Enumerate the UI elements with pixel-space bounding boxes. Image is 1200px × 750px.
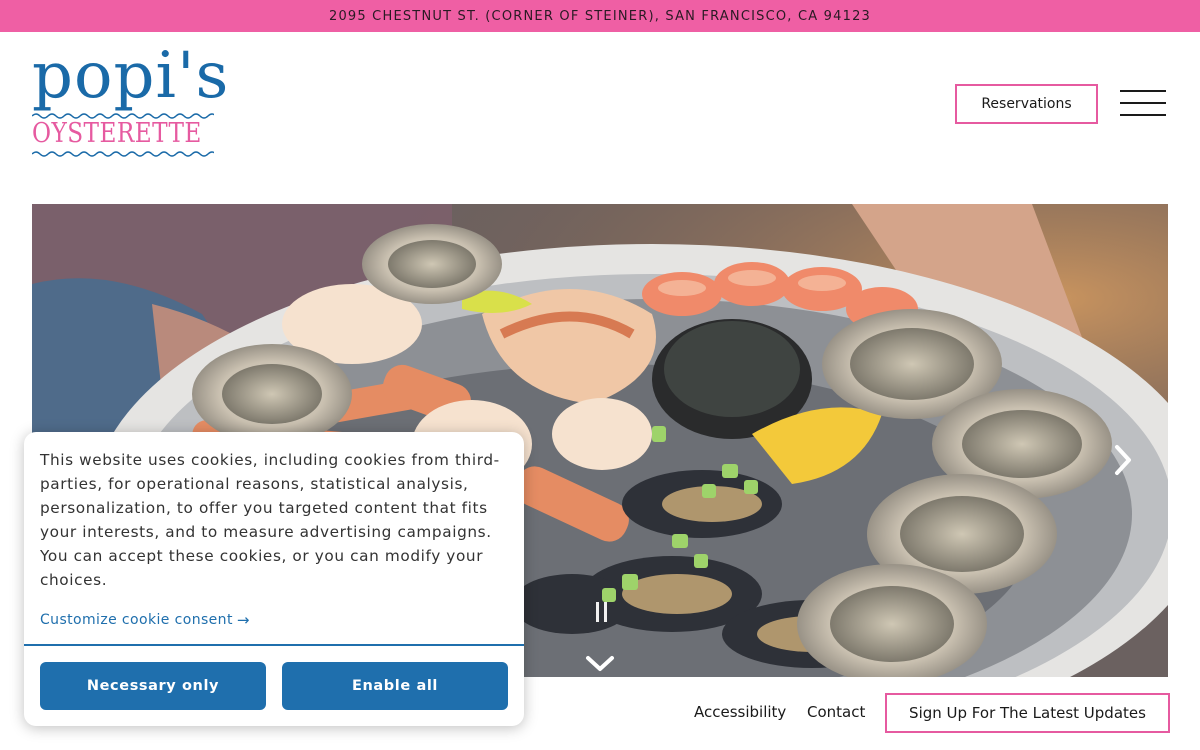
signup-button[interactable]: Sign Up For The Latest Updates [885, 693, 1170, 733]
site-header: popi's OYSTERETTE Reservations [0, 32, 1200, 182]
cookie-consent-banner: This website uses cookies, including coo… [24, 432, 524, 726]
hamburger-icon[interactable] [1120, 90, 1166, 118]
accessibility-link[interactable]: Accessibility [694, 703, 786, 721]
necessary-only-button[interactable]: Necessary only [40, 662, 266, 710]
address-text: 2095 CHESTNUT ST. (CORNER OF STEINER), S… [328, 8, 872, 24]
top-address-bar: 2095 CHESTNUT ST. (CORNER OF STEINER), S… [0, 0, 1200, 32]
chevron-right-icon [1115, 445, 1131, 475]
customize-cookie-label: Customize cookie consent [40, 612, 233, 628]
logo-subtitle: OYSTERETTE [32, 118, 202, 149]
reservations-button[interactable]: Reservations [955, 84, 1098, 124]
contact-link[interactable]: Contact [807, 703, 865, 721]
chevron-down-icon [586, 656, 614, 671]
scroll-down-button[interactable] [584, 654, 616, 674]
arrow-right-icon: → [236, 611, 250, 629]
customize-cookie-link[interactable]: Customize cookie consent → [40, 611, 250, 629]
cookie-divider [24, 644, 524, 646]
carousel-next-button[interactable] [1108, 442, 1138, 478]
logo-wave-bottom-icon [32, 151, 214, 157]
logo-name: popi's [32, 39, 230, 113]
pause-icon[interactable] [594, 602, 610, 624]
enable-all-button[interactable]: Enable all [282, 662, 508, 710]
logo[interactable]: popi's OYSTERETTE [32, 44, 228, 160]
cookie-message: This website uses cookies, including coo… [40, 451, 500, 589]
